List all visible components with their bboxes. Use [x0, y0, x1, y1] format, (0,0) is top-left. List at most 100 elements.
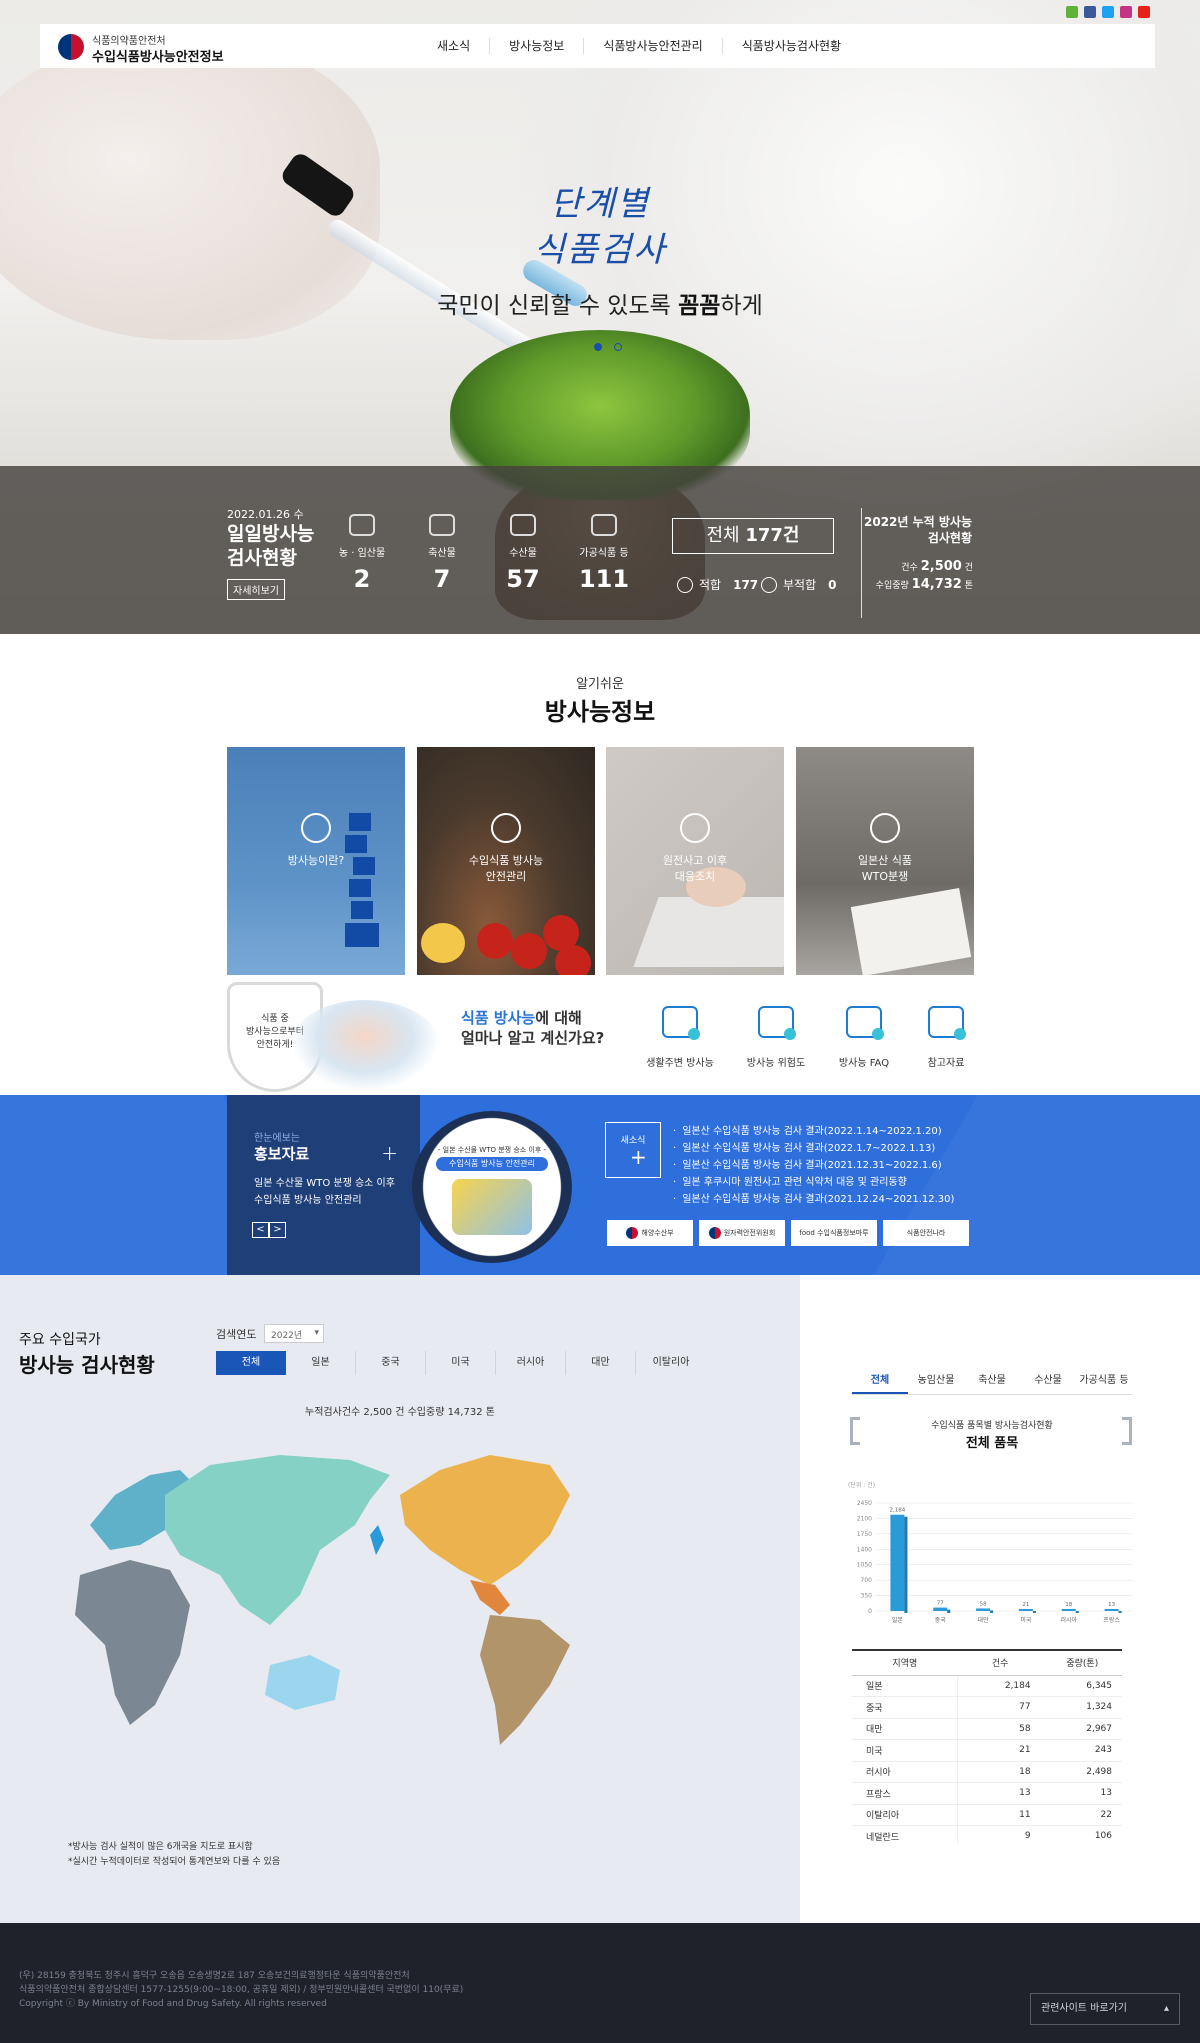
map-region-asia: [165, 1455, 390, 1625]
related-sites-select[interactable]: 관련사이트 바로가기: [1030, 1993, 1180, 2025]
tab-china[interactable]: 중국: [356, 1351, 426, 1375]
x-tick-label: 러시아: [1060, 1616, 1077, 1624]
y-tick-label: 1400: [857, 1546, 872, 1553]
more-button[interactable]: 자세히보기: [227, 579, 285, 600]
data-label: 77: [937, 1601, 944, 1607]
quick-link-faq[interactable]: 방사능 FAQ: [819, 1006, 909, 1069]
card-accident-response[interactable]: 원전사고 이후 대응조치: [606, 747, 784, 975]
y-tick-label: 2450: [857, 1500, 872, 1507]
world-map[interactable]: [70, 1455, 670, 1795]
smile-icon: [677, 576, 693, 593]
partner-link-mof[interactable]: 해양수산부: [607, 1220, 693, 1246]
chevron-right-icon[interactable]: >: [269, 1222, 286, 1238]
news-item[interactable]: 일본산 수입식품 방사능 검사 결과(2021.12.24~2021.12.30…: [673, 1191, 954, 1208]
quick-link-risk[interactable]: 방사능 위험도: [731, 1006, 821, 1069]
bar-side: [1075, 1611, 1079, 1613]
bar[interactable]: [933, 1607, 948, 1611]
map-region-central-america: [470, 1580, 510, 1615]
youtube-icon[interactable]: [1138, 6, 1150, 18]
tab-taiwan[interactable]: 대만: [566, 1351, 636, 1375]
facebook-icon[interactable]: [1084, 6, 1096, 18]
tab-usa[interactable]: 미국: [426, 1351, 496, 1375]
logo-subtitle[interactable]: 식품의약품안전처: [92, 32, 166, 47]
card-wto-dispute[interactable]: 일본산 식품 WTO분쟁: [796, 747, 974, 975]
bar[interactable]: [976, 1608, 991, 1611]
footer-info: (우) 28159 충청북도 청주시 흥덕구 오송읍 오송생명2로 187 오송…: [19, 1971, 464, 2009]
instagram-icon[interactable]: [1120, 6, 1132, 18]
country-inspection-section: 주요 수입국가 방사능 검사현황 검색연도 2022년 전체 일본 중국 미국 …: [0, 1275, 800, 1923]
twitter-icon[interactable]: [1102, 6, 1114, 18]
slide-indicator: [594, 343, 622, 351]
bar[interactable]: [1018, 1609, 1033, 1611]
radiation-icon: [301, 813, 331, 843]
tab-livestock[interactable]: 축산물: [964, 1371, 1020, 1394]
y-tick-label: 0: [868, 1608, 872, 1615]
category-processed: 가공식품 등 111: [559, 514, 649, 593]
category-fishery: 수산물 57: [478, 514, 568, 593]
tab-all-products[interactable]: 전체: [852, 1371, 908, 1394]
fish-icon: [510, 514, 536, 536]
partner-link-nssc[interactable]: 원자력안전위원회: [699, 1220, 785, 1246]
x-tick-label: 대만: [978, 1616, 990, 1624]
main-nav: 새소식 방사능정보 식품방사능안전관리 식품방사능검사현황: [418, 38, 860, 54]
promo-poster[interactable]: - 일본 수산물 WTO 분쟁 승소 이후 - 수입식품 방사능 안전관리: [412, 1111, 572, 1263]
wto-icon: [870, 813, 900, 843]
warning-icon: [758, 1006, 796, 1040]
chevron-left-icon[interactable]: <: [252, 1222, 269, 1238]
slide-dot-1[interactable]: [594, 343, 602, 351]
info-title: 방사능정보: [544, 698, 656, 726]
country-table: 지역명 건수 중량(톤) 일본 2,184 6,345 중국 77 1,324 대만 58…: [852, 1649, 1122, 1843]
quick-link-references[interactable]: 참고자료: [901, 1006, 991, 1069]
card-what-is-radiation[interactable]: 방사능이란?: [227, 747, 405, 975]
table-row: 미국 21 243: [852, 1739, 1122, 1762]
tab-all[interactable]: 전체: [216, 1351, 286, 1375]
product-bar-chart: (단위 : 건) 0 350 700 1050 1400 1750 2100 2450 2,18…: [848, 1481, 1133, 1624]
promo-pager: < >: [252, 1222, 286, 1238]
news-more-button[interactable]: 새소식 +: [605, 1122, 661, 1178]
slide-dot-2[interactable]: [614, 343, 622, 351]
map-region-north-america: [400, 1455, 570, 1585]
chart-unit-label: (단위 : 건): [848, 1481, 875, 1489]
nav-item-radiation-info[interactable]: 방사능정보: [489, 38, 583, 54]
tab-russia[interactable]: 러시아: [496, 1351, 566, 1375]
tab-fishery[interactable]: 수산물: [1020, 1371, 1076, 1394]
data-label: 58: [980, 1601, 987, 1607]
logo-title[interactable]: 수입식품방사능안전정보: [92, 46, 224, 65]
jar-icon: [591, 514, 617, 536]
tab-japan[interactable]: 일본: [286, 1351, 356, 1375]
year-select[interactable]: 2022년: [264, 1324, 324, 1343]
bar[interactable]: [1061, 1609, 1076, 1611]
chart-subtitle: 수입식품 품목별 방사능검사현황: [931, 1421, 1053, 1431]
nav-item-safety-management[interactable]: 식품방사능안전관리: [583, 38, 721, 54]
news-item[interactable]: 일본 후쿠시마 원전사고 관련 식약처 대응 및 관리동향: [673, 1174, 954, 1191]
news-item[interactable]: 일본산 수입식품 방사능 검사 결과(2021.12.31~2022.1.6): [673, 1157, 954, 1174]
plus-icon: +: [630, 1145, 647, 1169]
bar[interactable]: [890, 1514, 905, 1611]
y-tick-label: 1050: [857, 1562, 872, 1569]
data-label: 2,184: [890, 1508, 906, 1514]
partner-link-foodsafety[interactable]: 식품안전나라: [883, 1220, 969, 1246]
bar-side: [1032, 1611, 1036, 1613]
info-subtitle: 알기쉬운: [576, 677, 624, 692]
table-row: 중국 77 1,324: [852, 1696, 1122, 1719]
nav-item-news[interactable]: 새소식: [418, 38, 489, 54]
quiz-question[interactable]: 식품 방사능에 대해 얼마나 알고 계신가요?: [461, 1008, 604, 1048]
table-header: 중량(톤): [1042, 1649, 1122, 1676]
partner-link-foodinfo[interactable]: food 수입식품정보마루: [791, 1220, 877, 1246]
country-table-wrapper[interactable]: 지역명 건수 중량(톤) 일본 2,184 6,345 중국 77 1,324 대만 58…: [852, 1649, 1124, 1843]
government-emblem-icon[interactable]: [58, 34, 84, 60]
quick-link-life-radiation[interactable]: 생활주변 방사능: [635, 1006, 725, 1069]
news-list: 일본산 수입식품 방사능 검사 결과(2022.1.14~2022.1.20) …: [673, 1123, 954, 1208]
news-item[interactable]: 일본산 수입식품 방사능 검사 결과(2022.1.14~2022.1.20): [673, 1123, 954, 1140]
tab-italy[interactable]: 이탈리아: [636, 1351, 706, 1375]
tab-agri-products[interactable]: 농임산물: [908, 1371, 964, 1394]
tab-processed[interactable]: 가공식품 등: [1076, 1371, 1132, 1394]
bar[interactable]: [1104, 1609, 1119, 1611]
nav-item-inspection-status[interactable]: 식품방사능검사현황: [721, 38, 860, 54]
plus-icon[interactable]: +: [381, 1141, 398, 1165]
total-count-box: 전체 177건: [672, 518, 834, 554]
blog-icon[interactable]: [1066, 6, 1078, 18]
accident-icon: [680, 813, 710, 843]
news-item[interactable]: 일본산 수입식품 방사능 검사 결과(2022.1.7~2022.1.13): [673, 1140, 954, 1157]
card-food-safety[interactable]: 수입식품 방사능 안전관리: [417, 747, 595, 975]
